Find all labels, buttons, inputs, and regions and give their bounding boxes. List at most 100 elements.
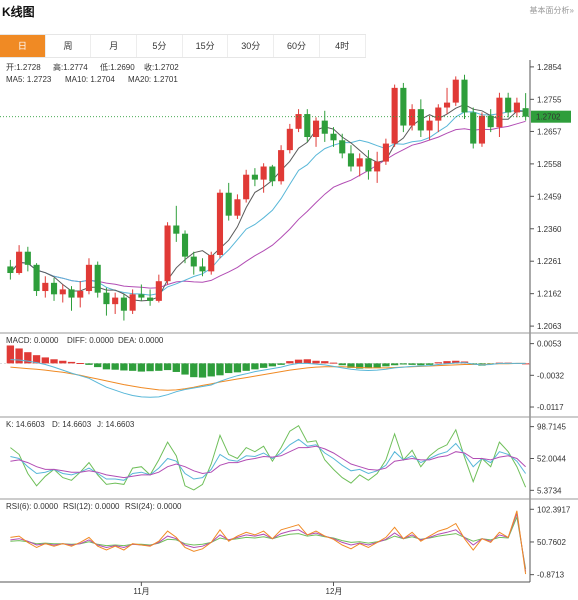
rsi-tick-label: 102.3917	[537, 505, 571, 514]
macd-bar	[94, 363, 102, 368]
macd-bar	[329, 362, 338, 364]
legend-rsi6: RSI(6): 0.0000	[6, 502, 59, 511]
macd-bar	[399, 363, 408, 365]
candle-body	[59, 289, 66, 295]
macd-bar	[417, 363, 425, 366]
kdj-tick-label: 52.0044	[537, 454, 566, 463]
macd-bar	[382, 363, 390, 367]
macd-bar	[216, 363, 224, 376]
macd-tick-label: -0.0117	[537, 403, 564, 412]
macd-bar	[303, 359, 311, 364]
candle-body	[33, 264, 40, 292]
macd-bar	[268, 363, 277, 367]
ma20-line	[10, 120, 526, 289]
macd-bar	[321, 361, 329, 364]
macd-bar	[233, 363, 242, 373]
legend-open: 开:1.2728	[6, 63, 41, 72]
macd-bar	[120, 363, 128, 371]
candle-body	[452, 79, 459, 103]
macd-bar	[434, 362, 442, 364]
macd-bar	[425, 363, 434, 365]
macd-bar	[50, 359, 58, 364]
candle-body	[470, 112, 477, 144]
macd-bar	[85, 363, 93, 365]
macd-bar	[198, 363, 207, 378]
candle-body	[173, 225, 180, 234]
macd-bar	[41, 357, 49, 364]
candle-body	[208, 254, 215, 272]
macd-bar	[312, 360, 320, 364]
candle-body	[85, 264, 93, 292]
rsi-tick-label: -0.8713	[537, 571, 565, 580]
candle-body	[286, 128, 293, 151]
macd-bar	[338, 363, 346, 366]
macd-bar	[242, 363, 250, 371]
price-tick-label: 1.2558	[537, 160, 562, 169]
macd-bar	[181, 363, 189, 375]
candle-body	[312, 120, 320, 138]
macd-bar	[286, 361, 294, 364]
candle-body	[278, 150, 285, 182]
macd-bar	[408, 363, 416, 365]
candle-body	[269, 166, 276, 182]
j-line	[10, 424, 527, 491]
macd-bar	[111, 363, 119, 370]
kdj-tick-label: 5.3734	[537, 486, 562, 495]
candle-body	[103, 292, 110, 305]
macd-bar	[59, 360, 67, 364]
macd-bar	[373, 363, 381, 368]
macd-bar	[102, 363, 111, 370]
candle-body	[522, 108, 529, 117]
candle-body	[50, 282, 58, 295]
k-line	[10, 438, 527, 481]
legend-k: K: 14.6603	[6, 420, 45, 429]
macd-bar	[207, 363, 215, 377]
candle-body	[155, 281, 162, 301]
candle-body	[234, 199, 241, 216]
candle-body	[190, 256, 197, 267]
legend-d: D: 14.6603	[52, 420, 92, 429]
legend-close: 收:1.2702	[144, 62, 179, 72]
candle-body	[347, 153, 355, 167]
candle-body	[339, 140, 346, 154]
macd-bar	[225, 363, 233, 374]
x-tick-label: 12月	[326, 587, 343, 596]
macd-bar	[190, 363, 198, 378]
macd-bar	[146, 363, 154, 372]
legend-high: 高:1.2774	[53, 62, 88, 72]
macd-bar	[390, 363, 399, 366]
macd-bar	[259, 363, 268, 368]
legend-ma5: MA5: 1.2723	[6, 75, 52, 84]
candle-body	[435, 107, 442, 121]
macd-bar	[294, 359, 303, 364]
candle-body	[68, 289, 75, 298]
macd-bar	[15, 348, 23, 364]
candle-body	[243, 174, 250, 200]
candle-body	[181, 233, 189, 257]
candle-body	[382, 143, 389, 162]
legend-macd: MACD: 0.0000	[6, 336, 59, 345]
kline-chart: 1.2854 1.2755 1.2657 1.2558 1.2459 1.2360 1.22…	[0, 60, 578, 596]
price-tick-label: 1.2261	[537, 257, 562, 266]
macd-bar	[76, 363, 84, 365]
candle-body	[138, 294, 145, 298]
candle-body	[225, 192, 232, 216]
candle-body	[77, 291, 84, 298]
macd-tick-label: 0.0053	[537, 340, 562, 349]
macd-bar	[137, 363, 146, 372]
legend-ma10: MA10: 1.2704	[65, 75, 115, 84]
candle-body	[304, 114, 311, 138]
legend-dea: DEA: 0.0000	[118, 336, 164, 345]
candle-body	[16, 251, 23, 274]
macd-bar	[163, 363, 172, 371]
candle-body	[417, 109, 424, 131]
candle-body	[129, 294, 136, 311]
candle-body	[461, 79, 468, 113]
candle-body	[330, 133, 337, 141]
rsi-tick-label: 50.7602	[537, 538, 566, 547]
price-tick-label: 1.2755	[537, 95, 562, 104]
legend-diff: DIFF: 0.0000	[67, 336, 114, 345]
candle-body	[409, 109, 416, 126]
candle-body	[443, 102, 451, 108]
candle-body	[356, 158, 363, 167]
